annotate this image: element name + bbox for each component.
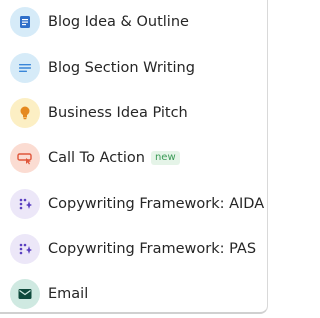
menu-item-call-to-action[interactable]: Call To Action new bbox=[10, 143, 180, 173]
menu-item-label: Blog Section Writing bbox=[48, 60, 195, 76]
menu-item-label: Blog Idea & Outline bbox=[48, 14, 189, 30]
menu-item-label: Copywriting Framework: PAS bbox=[48, 241, 257, 257]
sparkle-dots-icon bbox=[10, 234, 40, 264]
menu-item-blog-idea-outline[interactable]: Blog Idea & Outline bbox=[10, 7, 189, 37]
document-icon bbox=[10, 7, 40, 37]
menu-item-copywriting-aida[interactable]: Copywriting Framework: AIDA bbox=[10, 189, 264, 219]
menu-item-copywriting-pas[interactable]: Copywriting Framework: PAS bbox=[10, 234, 256, 264]
menu-item-label: Copywriting Framework: AIDA bbox=[48, 196, 265, 212]
text-lines-icon bbox=[10, 53, 40, 83]
lightbulb-icon bbox=[10, 98, 40, 128]
menu-item-blog-section-writing[interactable]: Blog Section Writing bbox=[10, 53, 195, 83]
menu-item-business-idea-pitch[interactable]: Business Idea Pitch bbox=[10, 98, 188, 128]
menu-item-label: Call To Action bbox=[48, 150, 145, 166]
menu-item-email[interactable]: Email bbox=[10, 279, 88, 309]
menu-item-label: Email bbox=[48, 286, 89, 302]
menu-item-label: Business Idea Pitch bbox=[48, 105, 188, 121]
sparkle-dots-icon bbox=[10, 189, 40, 219]
button-cursor-icon bbox=[10, 143, 40, 173]
new-badge: new bbox=[150, 151, 180, 165]
template-menu: Blog Idea & Outline Blog Section Writing… bbox=[0, 0, 268, 314]
envelope-icon bbox=[10, 279, 40, 309]
